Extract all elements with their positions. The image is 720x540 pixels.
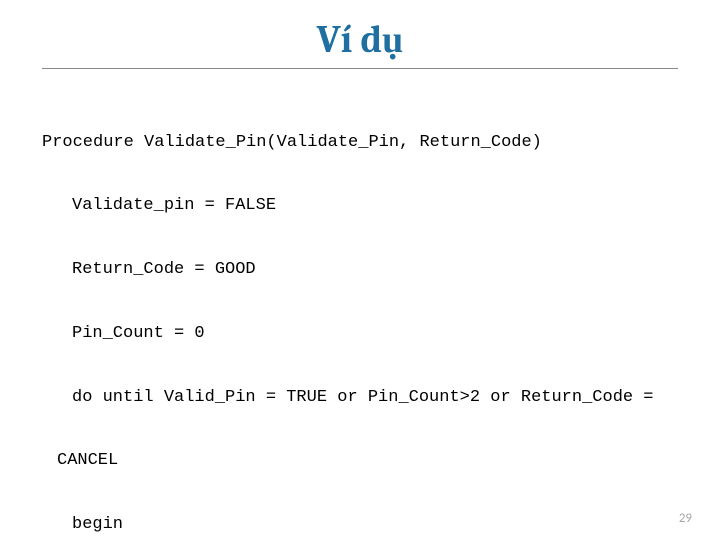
slide: Ví dụ Procedure Validate_Pin(Validate_Pi… — [0, 0, 720, 540]
code-line: Validate_pin = FALSE — [72, 195, 678, 216]
horizontal-rule — [42, 68, 678, 69]
code-line: Pin_Count = 0 — [72, 323, 678, 344]
code-line: do until Valid_Pin = TRUE or Pin_Count>2… — [72, 387, 678, 408]
code-line: Return_Code = GOOD — [72, 259, 678, 280]
code-block: Procedure Validate_Pin(Validate_Pin, Ret… — [42, 89, 678, 540]
code-line: begin — [72, 514, 678, 535]
code-line: Procedure Validate_Pin(Validate_Pin, Ret… — [42, 132, 678, 153]
page-number: 29 — [679, 511, 692, 526]
title-container: Ví dụ — [42, 18, 678, 62]
code-line: CANCEL — [57, 450, 678, 471]
slide-title: Ví dụ — [317, 18, 404, 62]
